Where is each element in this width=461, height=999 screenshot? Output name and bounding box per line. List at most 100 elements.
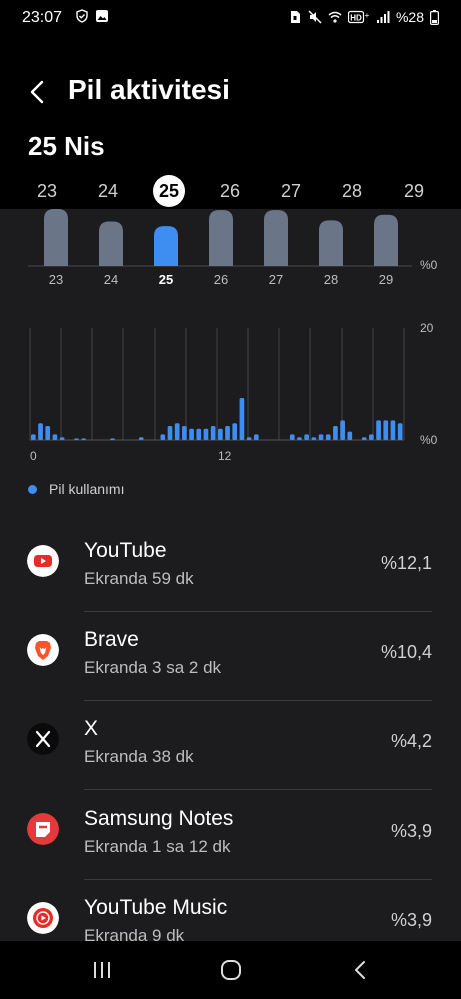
status-left-icons xyxy=(75,9,109,23)
daily-bar xyxy=(264,210,288,266)
x-icon xyxy=(27,723,59,755)
day-25-selected[interactable]: 25 xyxy=(153,175,185,207)
hd-plus-icon: HD + xyxy=(347,10,370,24)
sim-icon xyxy=(290,11,300,23)
recent-apps-icon[interactable] xyxy=(90,958,114,982)
hourly-bar xyxy=(189,428,194,440)
day-23[interactable]: 23 xyxy=(30,176,64,206)
battery-percent: %28 xyxy=(395,9,424,25)
hourly-bar xyxy=(361,437,367,440)
app-bar: Pil aktivitesi xyxy=(0,70,461,114)
hourly-bar xyxy=(218,428,223,440)
hourly-bar xyxy=(333,426,338,440)
hourly-bar xyxy=(81,438,87,440)
hourly-bar xyxy=(210,426,216,440)
status-right-icons: HD + %28 xyxy=(288,9,439,25)
svg-text:+: + xyxy=(365,11,370,20)
gallery-icon xyxy=(96,10,108,22)
back-arrow-icon[interactable] xyxy=(26,76,54,108)
svg-text:HD: HD xyxy=(350,14,362,23)
app-row-youtube[interactable]: YouTube Ekranda 59 dk %12,1 xyxy=(0,523,461,612)
battery-icon xyxy=(430,9,439,25)
brave-icon xyxy=(27,634,59,666)
hourly-bar xyxy=(318,434,324,440)
day-26[interactable]: 26 xyxy=(213,176,247,206)
daily-bar xyxy=(319,220,343,266)
app-name: Brave xyxy=(84,628,139,651)
daily-bar xyxy=(99,221,123,266)
app-screen-time: Ekranda 1 sa 12 dk xyxy=(84,837,231,856)
day-29[interactable]: 29 xyxy=(397,176,431,206)
daily-bar xyxy=(154,226,178,266)
app-battery-percent: %3,9 xyxy=(390,821,432,841)
legend-label: Pil kullanımı xyxy=(49,481,125,497)
hourly-bar xyxy=(383,420,389,440)
hourly-bar xyxy=(110,438,115,440)
chart-legend: Pil kullanımı xyxy=(28,481,124,497)
daily-tick-label: 27 xyxy=(269,272,283,287)
hourly-bar xyxy=(138,437,144,440)
hourly-bar xyxy=(297,437,302,440)
hourly-bar xyxy=(253,434,259,440)
app-battery-percent: %4,2 xyxy=(390,731,432,751)
hourly-bar xyxy=(182,426,187,440)
status-bar: 23:07 HD + %28 xyxy=(0,0,461,36)
daily-tick-label: 29 xyxy=(379,272,393,287)
app-screen-time: Ekranda 59 dk xyxy=(84,569,194,588)
daily-y-axis-label: %0 xyxy=(420,258,438,272)
day-28[interactable]: 28 xyxy=(335,176,369,206)
hourly-x-tick-label: 12 xyxy=(218,449,232,463)
app-name: YouTube xyxy=(84,539,167,562)
hourly-bar xyxy=(45,426,51,440)
wifi-icon xyxy=(328,11,342,23)
mute-icon xyxy=(308,10,322,24)
hourly-y-tick-label: %0 xyxy=(420,433,438,447)
hourly-bar xyxy=(325,434,331,440)
hourly-bar xyxy=(397,423,403,440)
hourly-bar xyxy=(347,431,353,440)
daily-bar xyxy=(374,214,398,266)
hourly-bar xyxy=(390,420,396,440)
daily-bar xyxy=(44,209,68,266)
navigation-bar xyxy=(0,941,461,999)
app-row-x[interactable]: X Ekranda 38 dk %4,2 xyxy=(0,701,461,790)
hourly-bar xyxy=(74,438,79,440)
app-name: YouTube Music xyxy=(84,896,228,919)
app-screen-time: Ekranda 3 sa 2 dk xyxy=(84,658,222,677)
youtube-music-icon xyxy=(27,902,59,934)
daily-usage-chart: 23 24 25 26 27 28 29 %0 xyxy=(28,209,438,287)
hourly-bar xyxy=(174,423,180,440)
app-battery-percent: %10,4 xyxy=(380,642,432,662)
hourly-bar xyxy=(225,426,230,440)
app-battery-percent: %3,9 xyxy=(390,910,432,930)
day-27[interactable]: 27 xyxy=(274,176,308,206)
divider xyxy=(84,789,432,790)
daily-tick-label: 28 xyxy=(324,272,338,287)
app-screen-time: Ekranda 38 dk xyxy=(84,747,194,766)
daily-bar xyxy=(209,210,233,266)
battery-panel: 23 24 25 26 27 28 29 %0 20 %0 0 12 Pil kullanımı Y… xyxy=(0,209,461,945)
hourly-bar xyxy=(246,437,252,440)
hourly-bar xyxy=(311,437,317,440)
hourly-bar xyxy=(369,434,374,440)
app-battery-percent: %12,1 xyxy=(380,553,432,573)
hourly-bar xyxy=(38,423,43,440)
back-nav-icon[interactable] xyxy=(349,958,373,982)
hourly-x-tick-label: 0 xyxy=(30,449,37,463)
hourly-bar xyxy=(160,434,166,440)
app-row-brave[interactable]: Brave Ekranda 3 sa 2 dk %10,4 xyxy=(0,612,461,701)
hourly-bar xyxy=(304,434,309,440)
hourly-bar xyxy=(239,398,245,440)
app-row-samsung-notes[interactable]: Samsung Notes Ekranda 1 sa 12 dk %3,9 xyxy=(0,791,461,880)
daily-tick-label: 25 xyxy=(159,272,173,287)
day-24[interactable]: 24 xyxy=(91,176,125,206)
hourly-bar xyxy=(289,434,295,440)
signal-icon xyxy=(376,11,390,23)
home-icon[interactable] xyxy=(219,958,243,982)
hourly-bar xyxy=(376,420,381,440)
status-time: 23:07 xyxy=(22,9,63,26)
selected-date: 25 Nis xyxy=(28,131,105,161)
hourly-bar xyxy=(59,437,65,440)
day-selector: 23 24 25 26 27 28 29 xyxy=(0,175,461,207)
hourly-usage-chart: 20 %0 0 12 xyxy=(29,321,438,463)
